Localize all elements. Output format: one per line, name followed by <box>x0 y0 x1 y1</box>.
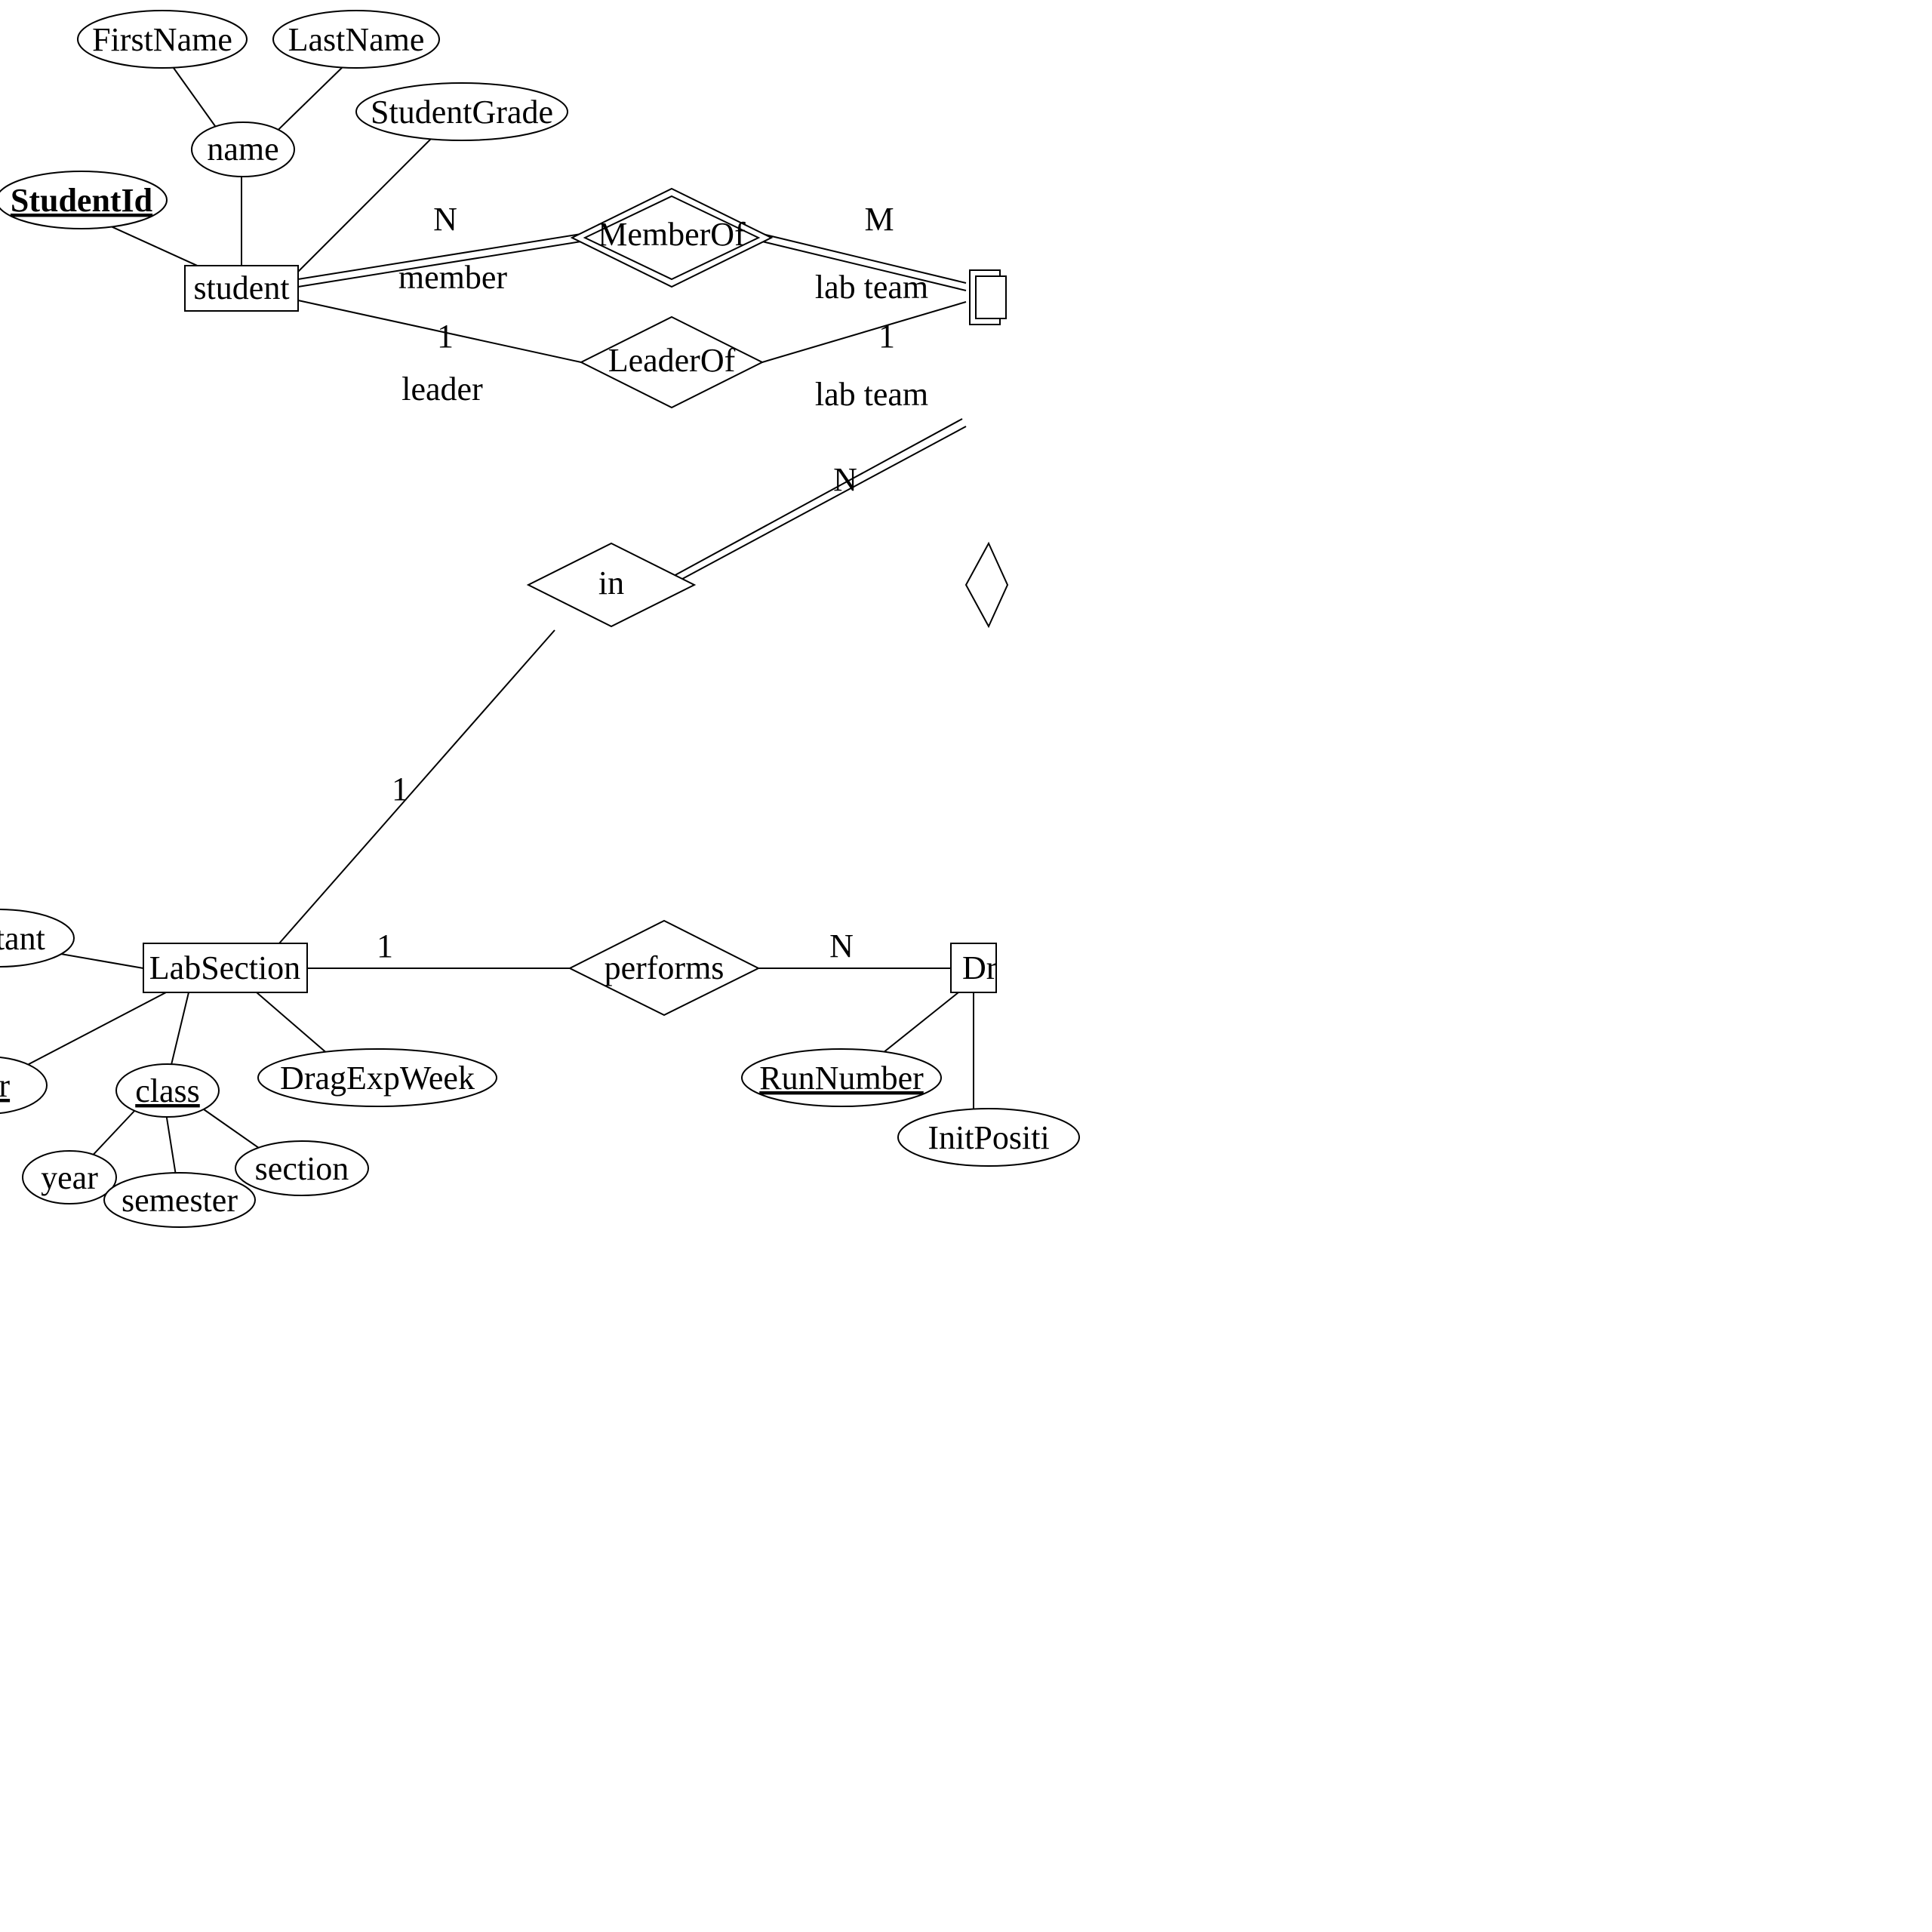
attr-assistant-label: ssistant <box>0 920 45 957</box>
entity-dragrun-label: Dr <box>962 949 998 986</box>
label-labteam2: lab team <box>815 376 928 413</box>
attr-initposition-label: InitPositi <box>928 1119 1049 1156</box>
attr-dragexpweek-label: DragExpWeek <box>280 1060 475 1097</box>
card-n1: N <box>433 201 457 238</box>
er-diagram: student LabSection Dr FirstName LastName… <box>0 0 1449 1449</box>
card-m1: M <box>864 201 894 238</box>
rel-leaderof-label: LeaderOf <box>608 342 736 379</box>
attr-year-label: year <box>41 1159 98 1196</box>
rel-partial-right <box>966 543 1008 626</box>
weak-entity-inner <box>976 276 1006 318</box>
card-one1: 1 <box>437 318 454 355</box>
entity-student-label: student <box>193 269 289 306</box>
attr-name-label: name <box>207 131 278 168</box>
line-in-right-inner <box>664 426 966 589</box>
attr-class-label: class <box>135 1072 200 1109</box>
label-leader: leader <box>401 371 483 408</box>
rel-in-label: in <box>598 565 624 601</box>
entity-labsection-label: LabSection <box>149 949 300 986</box>
card-n3: N <box>829 928 854 964</box>
label-labteam1: lab team <box>815 269 928 306</box>
attr-studentgrade-label: StudentGrade <box>371 94 553 131</box>
attr-semester-label: semester <box>122 1182 238 1219</box>
attr-lastname-label: LastName <box>288 21 425 58</box>
rel-performs-label: performs <box>605 949 724 986</box>
attr-number-label: ber <box>0 1067 10 1104</box>
card-one2: 1 <box>878 318 895 355</box>
card-one4: 1 <box>377 928 393 964</box>
card-one3: 1 <box>392 771 408 808</box>
label-member: member <box>398 259 508 296</box>
line-in-right-outer <box>664 419 962 581</box>
attr-studentid-label: StudentId <box>11 182 152 219</box>
attr-section-label: section <box>255 1150 349 1187</box>
attr-runnumber-label: RunNumber <box>759 1060 924 1097</box>
attr-firstname-label: FirstName <box>92 21 232 58</box>
rel-memberof-label: MemberOf <box>598 216 746 253</box>
line-in-labsection <box>279 630 555 943</box>
card-n2: N <box>833 461 857 498</box>
line-studentgrade-student <box>294 125 445 275</box>
line-leaderof-right <box>762 302 966 362</box>
